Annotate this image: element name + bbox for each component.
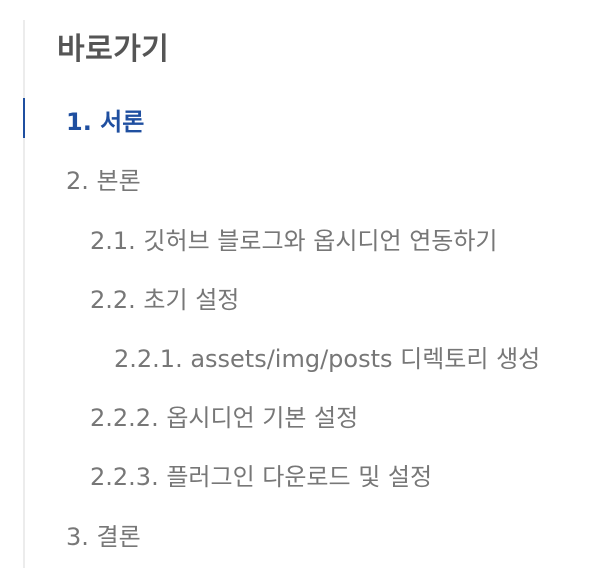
toc-title: 바로가기 — [57, 32, 170, 67]
toc-item-obsidian-basic-settings[interactable]: 2.2.2. 옵시디언 기본 설정 — [90, 398, 358, 433]
toc-item-body[interactable]: 2. 본론 — [66, 161, 141, 196]
table-of-contents: 바로가기 1. 서론 2. 본론 2.1. 깃허브 블로그와 옵시디언 연동하기… — [0, 0, 616, 576]
toc-item-conclusion[interactable]: 3. 결론 — [66, 517, 141, 552]
toc-item-plugin-download-settings[interactable]: 2.2.3. 플러그인 다운로드 및 설정 — [90, 457, 432, 492]
toc-item-introduction[interactable]: 1. 서론 — [66, 102, 144, 137]
active-item-indicator — [23, 98, 25, 138]
toc-item-create-posts-directory[interactable]: 2.2.1. assets/img/posts 디렉토리 생성 — [114, 339, 540, 374]
toc-item-initial-setup[interactable]: 2.2. 초기 설정 — [90, 280, 239, 315]
toc-item-github-obsidian-integration[interactable]: 2.1. 깃허브 블로그와 옵시디언 연동하기 — [90, 221, 498, 256]
